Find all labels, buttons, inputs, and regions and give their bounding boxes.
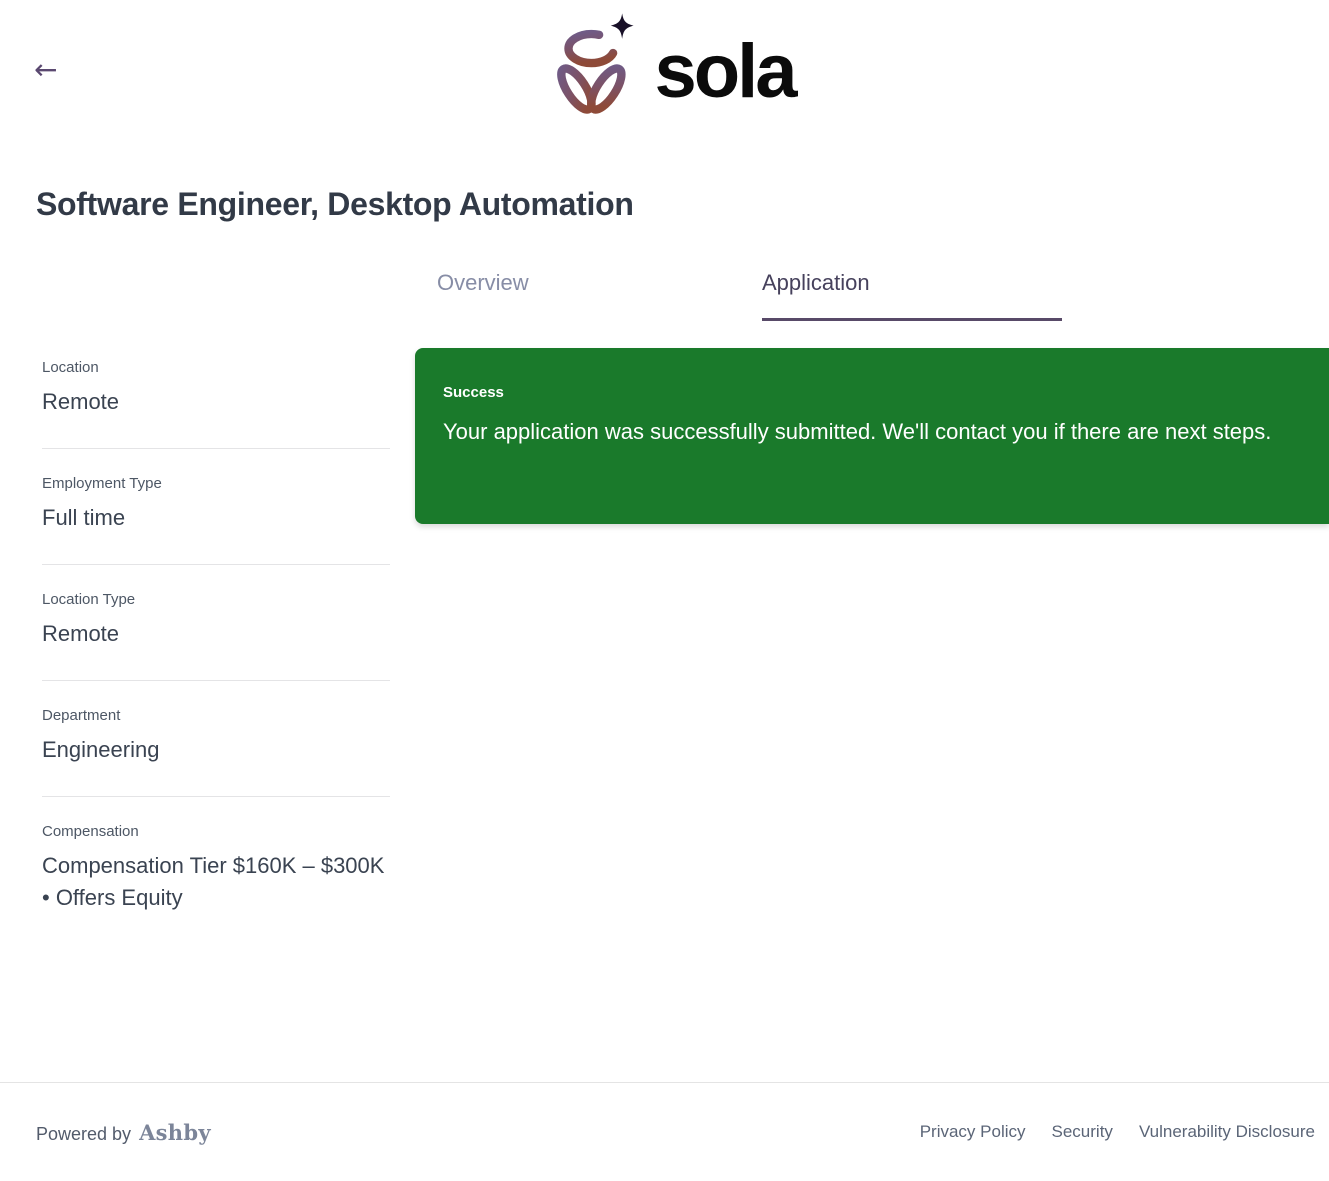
- success-banner-title: Success: [443, 384, 504, 401]
- tab-overview[interactable]: Overview: [437, 270, 737, 321]
- sidebar-value: Remote: [42, 389, 120, 414]
- ashby-logo-link[interactable]: Ashby: [139, 1120, 211, 1145]
- job-details-sidebar: Location Remote Employment Type Full tim…: [42, 333, 390, 944]
- footer: Powered by Ashby Privacy Policy Security…: [0, 1082, 1329, 1181]
- sidebar-section-employment-type: Employment Type Full time: [42, 449, 390, 565]
- sidebar-value: Compensation Tier $160K – $300K • Offers…: [42, 853, 385, 910]
- sidebar-value: Full time: [42, 505, 126, 530]
- sidebar-label: Employment Type: [42, 475, 162, 492]
- success-banner-message: Your application was successfully submit…: [443, 419, 1272, 444]
- sparkle-icon: [611, 13, 635, 39]
- sidebar-section-location: Location Remote: [42, 333, 390, 449]
- sidebar-label: Location Type: [42, 591, 136, 608]
- success-banner: Success Your application was successfull…: [415, 348, 1329, 524]
- powered-by-label: Powered by: [36, 1123, 132, 1144]
- sidebar-section-compensation: Compensation Compensation Tier $160K – $…: [42, 797, 390, 944]
- security-link[interactable]: Security: [1052, 1122, 1113, 1142]
- sidebar-label: Compensation: [42, 823, 139, 840]
- sidebar-value: Remote: [42, 621, 120, 646]
- sidebar-value: Engineering: [42, 737, 160, 762]
- footer-links: Privacy Policy Security Vulnerability Di…: [920, 1122, 1315, 1142]
- sola-flower-icon: [557, 13, 635, 114]
- privacy-policy-link[interactable]: Privacy Policy: [920, 1122, 1026, 1142]
- tab-application[interactable]: Application: [762, 270, 1062, 321]
- sidebar-section-department: Department Engineering: [42, 681, 390, 797]
- brand-logo: sola: [8, 12, 1329, 122]
- sidebar-label: Department: [42, 707, 121, 724]
- sidebar-label: Location: [42, 359, 99, 376]
- vulnerability-disclosure-link[interactable]: Vulnerability Disclosure: [1139, 1122, 1315, 1142]
- sidebar-section-location-type: Location Type Remote: [42, 565, 390, 681]
- powered-by: Powered by Ashby: [36, 1120, 211, 1145]
- page-title: Software Engineer, Desktop Automation: [36, 186, 634, 222]
- tab-bar: Overview Application: [437, 270, 1062, 321]
- brand-wordmark: sola: [654, 29, 797, 114]
